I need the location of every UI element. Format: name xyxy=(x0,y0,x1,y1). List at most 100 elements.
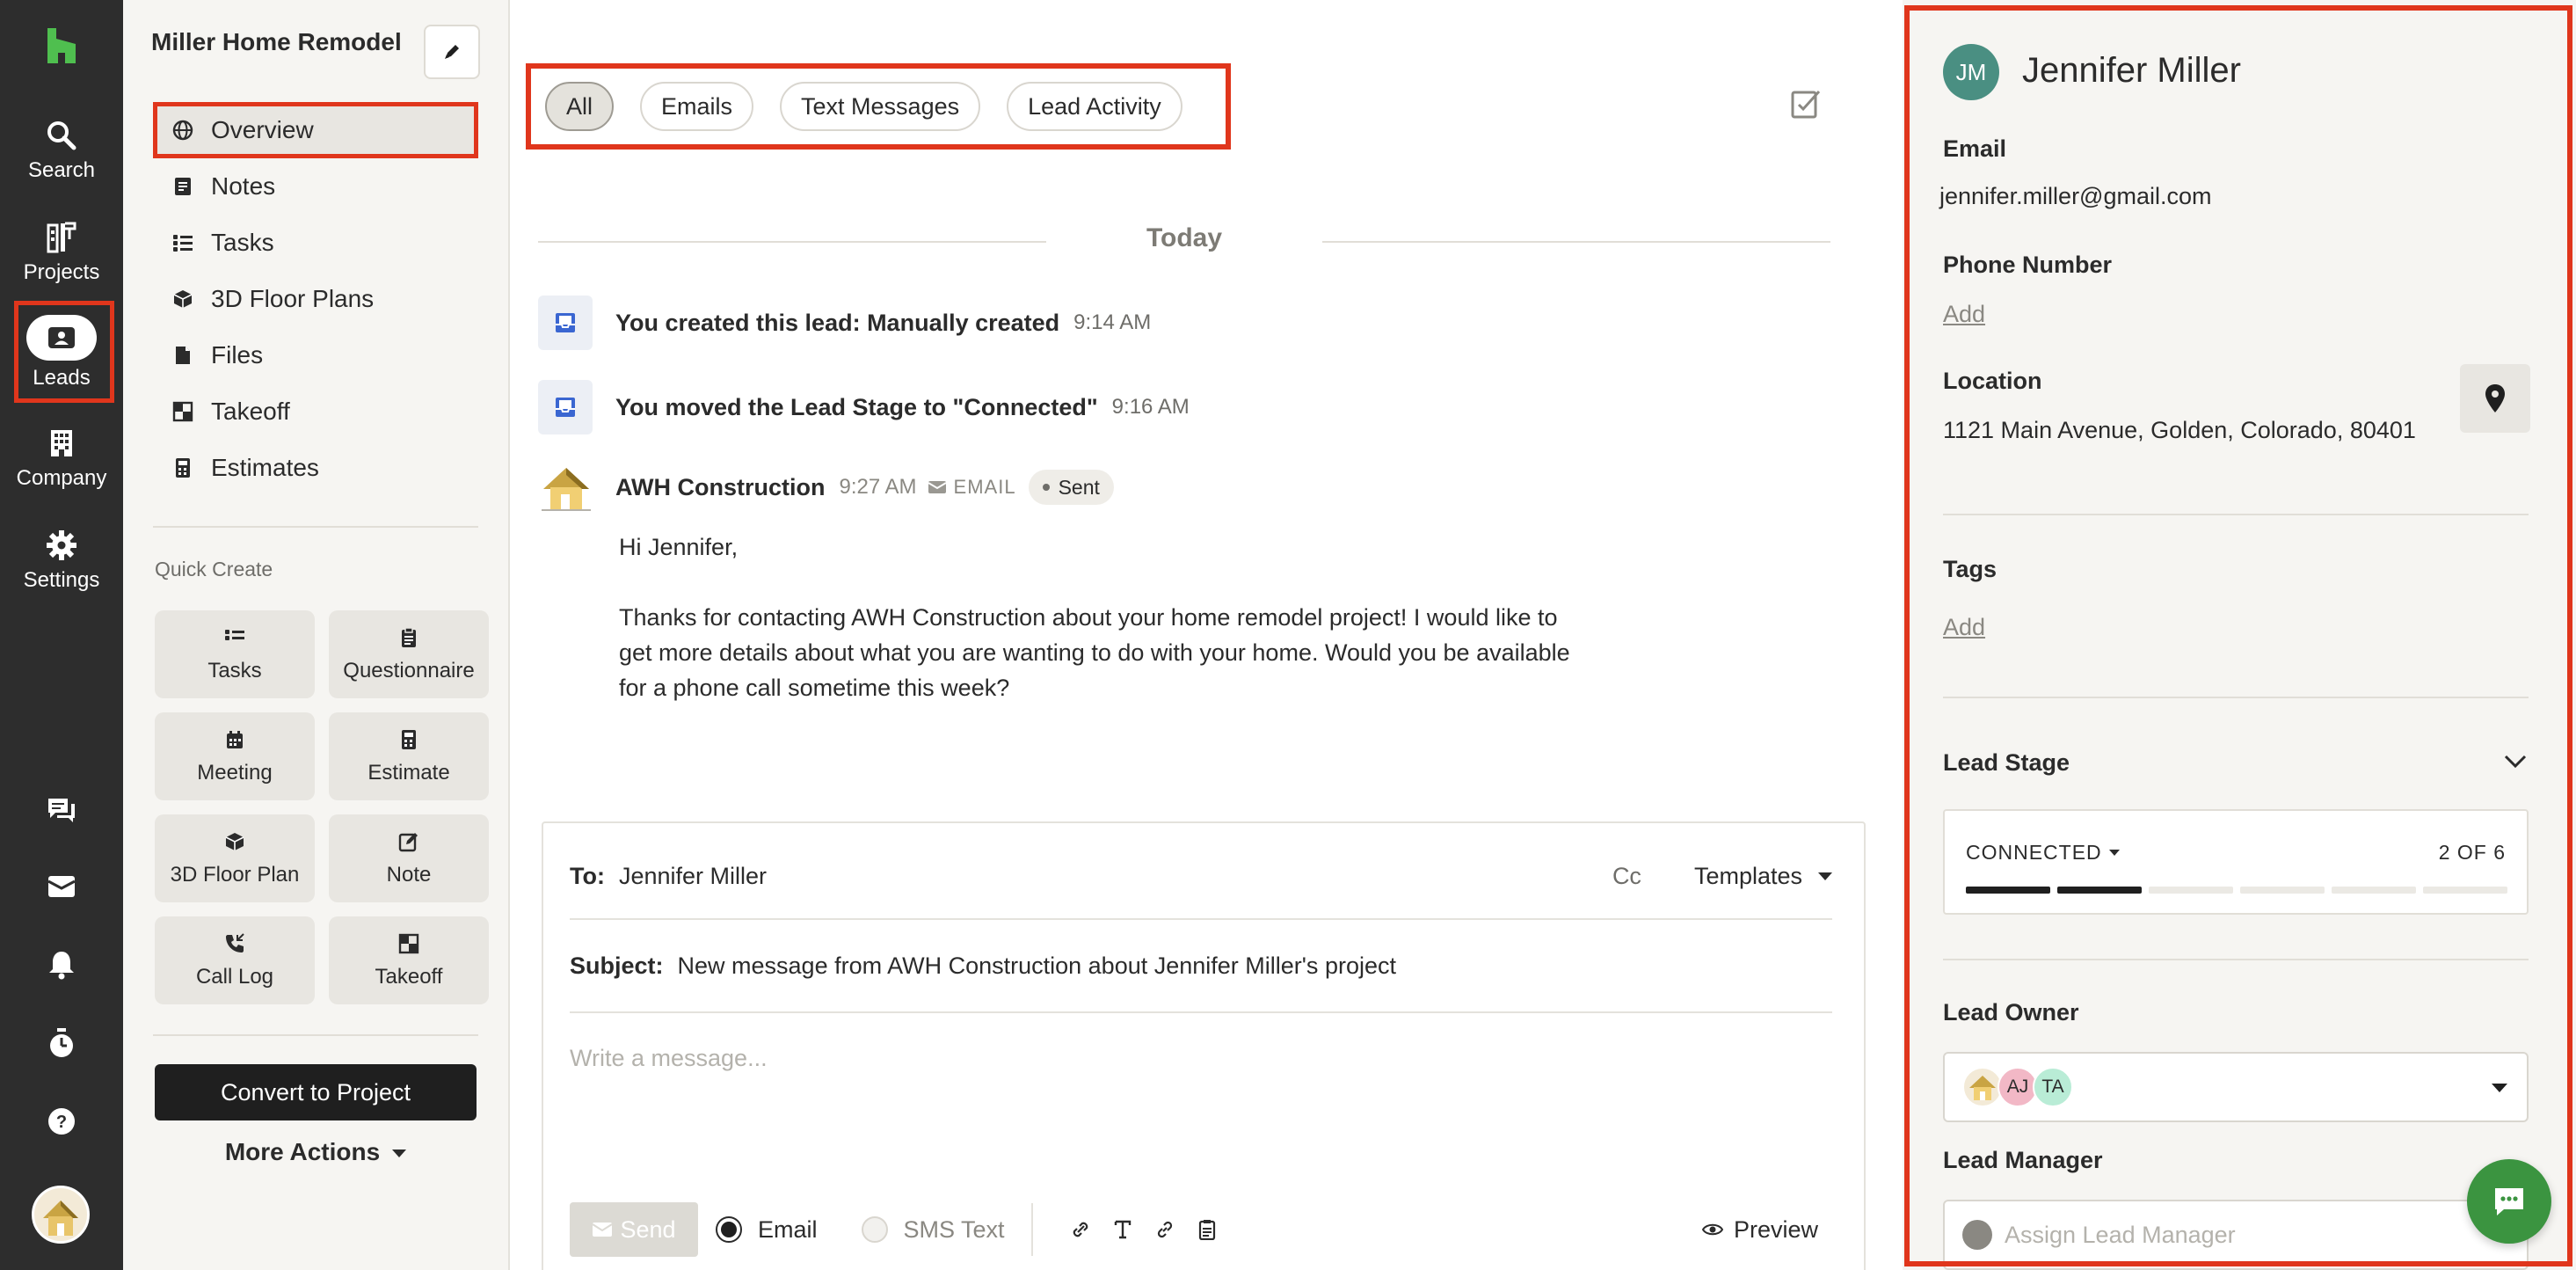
quick-create-label: Call Log xyxy=(195,965,274,989)
link-icon[interactable] xyxy=(1153,1217,1177,1242)
send-button[interactable]: Send xyxy=(570,1202,698,1257)
tasks-icon xyxy=(222,625,247,650)
quick-create-3d-floor-plan[interactable]: 3D Floor Plan xyxy=(155,814,315,902)
cube-icon xyxy=(171,287,195,311)
nav-estimates[interactable]: Estimates xyxy=(153,440,478,496)
preview-button[interactable]: Preview xyxy=(1701,1216,1818,1244)
status-dot xyxy=(1042,484,1050,491)
quick-create-note[interactable]: Note xyxy=(329,814,489,902)
email-radio[interactable] xyxy=(716,1216,742,1243)
rail-projects[interactable]: Projects xyxy=(0,220,123,285)
phone-icon xyxy=(222,931,247,956)
add-tag-link[interactable]: Add xyxy=(1943,614,1985,641)
sms-radio[interactable] xyxy=(861,1216,888,1243)
nav-takeoff[interactable]: Takeoff xyxy=(153,383,478,440)
contact-avatar: JM xyxy=(1943,44,1999,100)
filter-lead-activity[interactable]: Lead Activity xyxy=(1007,82,1182,131)
to-recipient[interactable]: Jennifer Miller xyxy=(619,863,767,890)
subject-field[interactable]: New message from AWH Construction about … xyxy=(678,952,1396,980)
app-rail: Search Projects Leads Company Settings ? xyxy=(0,0,123,1270)
projects-icon xyxy=(44,220,79,255)
toolbar-divider xyxy=(1030,1203,1033,1256)
quick-create-takeoff[interactable]: Takeoff xyxy=(329,916,489,1004)
timer-rail-button[interactable] xyxy=(0,1027,123,1059)
nav-label: Notes xyxy=(211,172,276,200)
quick-create-estimate[interactable]: Estimate xyxy=(329,712,489,800)
inbox-icon xyxy=(47,876,76,897)
clipboard-icon[interactable] xyxy=(1195,1217,1219,1242)
add-phone-link[interactable]: Add xyxy=(1943,301,1985,328)
activity-item: You created this lead: Manually created … xyxy=(538,296,1151,350)
templates-dropdown[interactable]: Templates xyxy=(1694,863,1832,890)
cc-button[interactable]: Cc xyxy=(1612,863,1641,890)
rail-label: Settings xyxy=(23,568,100,592)
calculator-icon xyxy=(397,727,421,752)
status-label: Sent xyxy=(1058,475,1100,499)
nav-3d-floor-plans[interactable]: 3D Floor Plans xyxy=(153,271,478,327)
file-icon xyxy=(171,343,195,368)
notifications-rail-button[interactable] xyxy=(0,950,123,980)
chevron-down-icon[interactable] xyxy=(2502,751,2529,772)
lead-stage-segment xyxy=(2423,887,2507,894)
nav-overview[interactable]: Overview xyxy=(153,102,478,158)
email-type: EMAIL xyxy=(928,476,1016,499)
more-actions-button[interactable]: More Actions xyxy=(155,1138,477,1166)
email-sender[interactable]: AWH Construction xyxy=(615,474,825,501)
map-pin-button[interactable] xyxy=(2460,364,2530,433)
lead-owner-select[interactable]: AJ TA xyxy=(1943,1052,2529,1122)
message-body-input[interactable]: Write a message... xyxy=(570,1045,768,1072)
inbox-rail-button[interactable] xyxy=(0,874,123,899)
nav-notes[interactable]: Notes xyxy=(153,158,478,215)
feed-filter-bar: All Emails Text Messages Lead Activity xyxy=(526,63,1231,150)
lead-stage-dropdown[interactable]: CONNECTED xyxy=(1966,841,2120,865)
filter-text-messages[interactable]: Text Messages xyxy=(780,82,981,131)
note-edit-icon xyxy=(397,829,421,854)
rail-label: Projects xyxy=(23,260,100,284)
rail-label: Company xyxy=(16,466,107,490)
messages-rail-button[interactable] xyxy=(0,797,123,825)
mark-read-icon[interactable] xyxy=(1790,88,1823,121)
help-icon: ? xyxy=(48,1108,75,1135)
houzz-logo-icon[interactable] xyxy=(44,28,79,63)
rail-settings[interactable]: Settings xyxy=(0,528,123,593)
activity-feed: All Emails Text Messages Lead Activity T… xyxy=(512,0,1901,1270)
lead-stage-progress: 2 OF 6 xyxy=(2438,841,2506,864)
contact-name: Jennifer Miller xyxy=(2022,51,2241,90)
rail-company[interactable]: Company xyxy=(0,426,123,491)
chevron-down-icon xyxy=(2492,1084,2507,1092)
quick-create-label: Quick Create xyxy=(155,558,273,580)
quick-create-meeting[interactable]: Meeting xyxy=(155,712,315,800)
notes-icon xyxy=(171,174,195,199)
lead-sidebar: Miller Home Remodel Overview Notes Tasks… xyxy=(123,0,510,1270)
chat-support-button[interactable] xyxy=(2467,1159,2551,1244)
help-rail-button[interactable]: ? xyxy=(0,1106,123,1136)
timer-icon xyxy=(50,1028,73,1057)
edit-lead-button[interactable] xyxy=(424,25,480,79)
convert-to-project-button[interactable]: Convert to Project xyxy=(155,1064,477,1120)
to-label: To: xyxy=(570,862,605,889)
filter-all[interactable]: All xyxy=(545,82,615,131)
nav-label: 3D Floor Plans xyxy=(211,285,375,312)
subject-label: Subject: xyxy=(570,952,664,979)
rail-search[interactable]: Search xyxy=(0,118,123,183)
envelope-icon xyxy=(928,481,947,493)
quick-create-tasks[interactable]: Tasks xyxy=(155,610,315,698)
tasks-icon xyxy=(171,230,195,255)
text-format-icon[interactable] xyxy=(1110,1217,1135,1242)
calculator-icon xyxy=(171,456,195,480)
contact-email[interactable]: jennifer.miller@gmail.com xyxy=(1939,183,2212,210)
date-separator-line xyxy=(1322,241,1830,243)
quick-create-questionnaire[interactable]: Questionnaire xyxy=(329,610,489,698)
composer-divider xyxy=(570,1011,1832,1013)
sms-option-label: SMS Text xyxy=(903,1215,1005,1243)
nav-files[interactable]: Files xyxy=(153,327,478,383)
quick-create-label: Note xyxy=(386,863,432,887)
subject-row[interactable]: Subject: New message from AWH Constructi… xyxy=(570,948,1832,983)
quick-create-call-log[interactable]: Call Log xyxy=(155,916,315,1004)
lead-manager-select[interactable]: Assign Lead Manager xyxy=(1943,1200,2529,1270)
nav-tasks[interactable]: Tasks xyxy=(153,215,478,271)
attach-icon[interactable] xyxy=(1068,1217,1093,1242)
company-avatar[interactable] xyxy=(32,1186,90,1244)
filter-emails[interactable]: Emails xyxy=(640,82,754,131)
date-separator: Today xyxy=(538,220,1830,259)
